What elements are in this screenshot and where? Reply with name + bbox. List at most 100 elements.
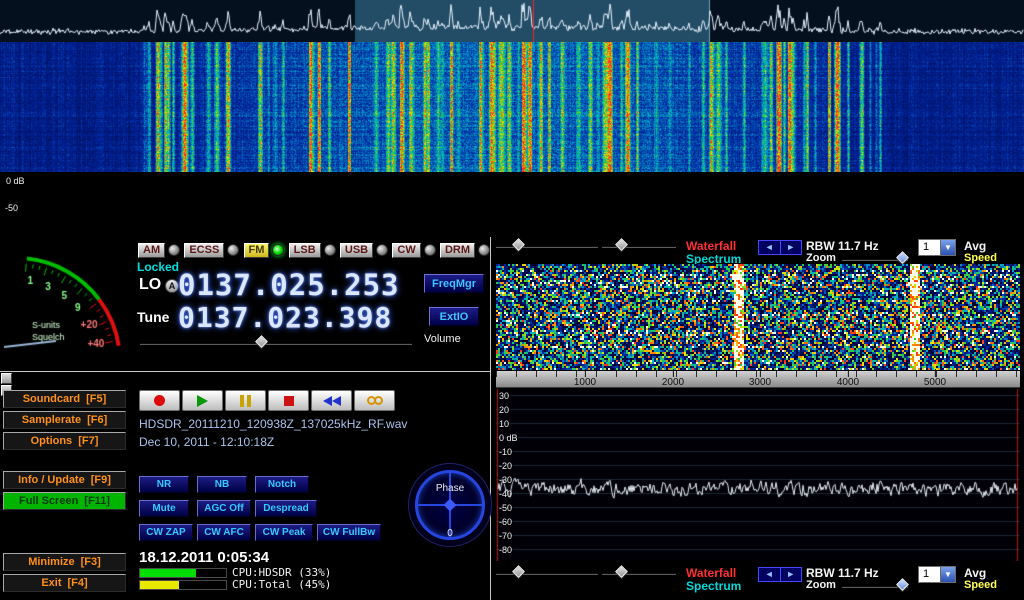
spin-up-button[interactable] <box>1 373 12 384</box>
nb-button[interactable]: NB <box>197 476 247 493</box>
loop-button[interactable] <box>354 390 395 411</box>
db-scale-label: 0 dB <box>499 433 518 443</box>
mode-drm[interactable]: DRM <box>440 243 490 258</box>
mode-label[interactable]: DRM <box>440 243 475 258</box>
info-update-button[interactable]: Info / Update[F9] <box>3 471 126 489</box>
db-scale-label: 30 <box>499 391 509 401</box>
mode-label[interactable]: AM <box>138 243 165 258</box>
fullscreen-button[interactable]: Full Screen[F11] <box>3 492 126 510</box>
avg-combobox[interactable]: 1 ▼ <box>918 566 956 583</box>
lo-lock-badge[interactable]: A <box>165 279 179 293</box>
af-spectrum-display[interactable]: 30 20 10 0 dB -10 -20 -30 -40 -50 -60 -7… <box>496 389 1020 561</box>
chevron-down-icon[interactable]: ▼ <box>940 240 955 255</box>
mode-label[interactable]: LSB <box>289 243 321 258</box>
play-button[interactable] <box>182 390 223 411</box>
mode-fm[interactable]: FM <box>244 243 285 258</box>
mode-drm-led-icon[interactable] <box>478 244 490 256</box>
spectrum-toggle[interactable]: Spectrum <box>686 579 741 593</box>
mode-lsb[interactable]: LSB <box>289 243 336 258</box>
mode-cw-led-icon[interactable] <box>424 244 436 256</box>
zoom-slider[interactable] <box>842 252 908 264</box>
s-meter[interactable] <box>2 240 128 368</box>
minimize-button[interactable]: Minimize[F3] <box>3 553 126 571</box>
lo-frequency-value[interactable]: 0137.025.253 <box>178 268 400 302</box>
speed-label: Speed <box>964 579 997 591</box>
avg-label: Avg <box>964 239 986 253</box>
stop-button[interactable] <box>268 390 309 411</box>
mode-label[interactable]: CW <box>392 243 420 258</box>
af-scale-label: 2000 <box>662 377 684 388</box>
mode-lsb-led-icon[interactable] <box>324 244 336 256</box>
mode-ecss[interactable]: ECSS <box>184 243 239 258</box>
button-hotkey: [F3] <box>81 556 101 568</box>
options-button[interactable]: Options[F7] <box>3 432 126 450</box>
soundcard-button[interactable]: Soundcard[F5] <box>3 390 126 408</box>
button-label: Full Screen <box>19 495 78 507</box>
af-frequency-scale[interactable]: 1000 2000 3000 4000 5000 <box>496 370 1020 388</box>
mode-am-led-icon[interactable] <box>168 244 180 256</box>
button-hotkey: [F9] <box>91 474 111 486</box>
slider-thumb[interactable] <box>255 335 268 348</box>
freqmgr-button[interactable]: FreqMgr <box>424 274 484 293</box>
brightness-slider[interactable] <box>496 239 598 251</box>
button-label: Exit <box>41 577 61 589</box>
arrow-right-button[interactable]: ► <box>781 568 802 581</box>
af-scale-label: 3000 <box>749 377 771 388</box>
despread-button[interactable]: Despread <box>255 500 317 517</box>
contrast-slider[interactable] <box>602 566 676 578</box>
arrow-left-button[interactable]: ◄ <box>759 568 781 581</box>
notch-button[interactable]: Notch <box>255 476 309 493</box>
agc-off-button[interactable]: AGC Off <box>197 500 251 517</box>
avg-combobox[interactable]: 1 ▼ <box>918 239 956 256</box>
loop-icon <box>367 396 383 405</box>
mute-button[interactable]: Mute <box>139 500 189 517</box>
waterfall-toggle[interactable]: Waterfall <box>686 566 736 580</box>
db-scale-label: -10 <box>499 447 512 457</box>
cpu-hdsdr-bar <box>139 568 227 578</box>
mode-label[interactable]: FM <box>244 243 270 258</box>
cw-zap-button[interactable]: CW ZAP <box>139 524 193 541</box>
brightness-slider[interactable] <box>496 566 598 578</box>
mode-am[interactable]: AM <box>138 243 180 258</box>
cw-fullbw-button[interactable]: CW FullBw <box>317 524 381 541</box>
stop-icon <box>284 396 294 406</box>
mode-label[interactable]: USB <box>340 243 373 258</box>
mode-usb[interactable]: USB <box>340 243 388 258</box>
slider-track[interactable] <box>140 342 412 345</box>
record-button[interactable] <box>139 390 180 411</box>
chevron-down-icon[interactable]: ▼ <box>940 567 955 582</box>
zoom-slider[interactable] <box>842 579 908 591</box>
mode-label[interactable]: ECSS <box>184 243 224 258</box>
db-scale-label: -70 <box>499 531 512 541</box>
arrow-left-button[interactable]: ◄ <box>759 241 781 254</box>
db-axis-label-0: 0 dB <box>6 176 25 186</box>
main-spectrum-display[interactable] <box>0 0 1024 42</box>
playback-controls <box>139 390 397 411</box>
cw-peak-button[interactable]: CW Peak <box>255 524 313 541</box>
mode-usb-led-icon[interactable] <box>376 244 388 256</box>
button-label: Options <box>31 435 73 447</box>
play-icon <box>197 395 208 407</box>
combobox-value: 1 <box>923 568 929 580</box>
mode-fm-led-icon[interactable] <box>272 244 284 256</box>
af-waterfall-display[interactable] <box>496 264 1020 370</box>
cw-afc-button[interactable]: CW AFC <box>197 524 251 541</box>
exit-button[interactable]: Exit[F4] <box>3 574 126 592</box>
mode-cw[interactable]: CW <box>392 243 435 258</box>
db-scale-label: 20 <box>499 405 509 415</box>
tune-frequency-value[interactable]: 0137.023.398 <box>178 301 392 334</box>
extio-button[interactable]: ExtIO <box>429 307 479 326</box>
db-scale-label: -80 <box>499 545 512 555</box>
contrast-slider[interactable] <box>602 239 676 251</box>
divider <box>490 237 491 600</box>
waterfall-toggle[interactable]: Waterfall <box>686 239 736 253</box>
pause-button[interactable] <box>225 390 266 411</box>
button-label: Soundcard <box>23 393 80 405</box>
mode-ecss-led-icon[interactable] <box>227 244 239 256</box>
samplerate-button[interactable]: Samplerate[F6] <box>3 411 126 429</box>
nr-button[interactable]: NR <box>139 476 189 493</box>
arrow-right-button[interactable]: ► <box>781 241 802 254</box>
volume-slider[interactable] <box>140 336 412 348</box>
phase-dial[interactable]: Phase 0 <box>408 463 492 547</box>
rewind-button[interactable] <box>311 390 352 411</box>
